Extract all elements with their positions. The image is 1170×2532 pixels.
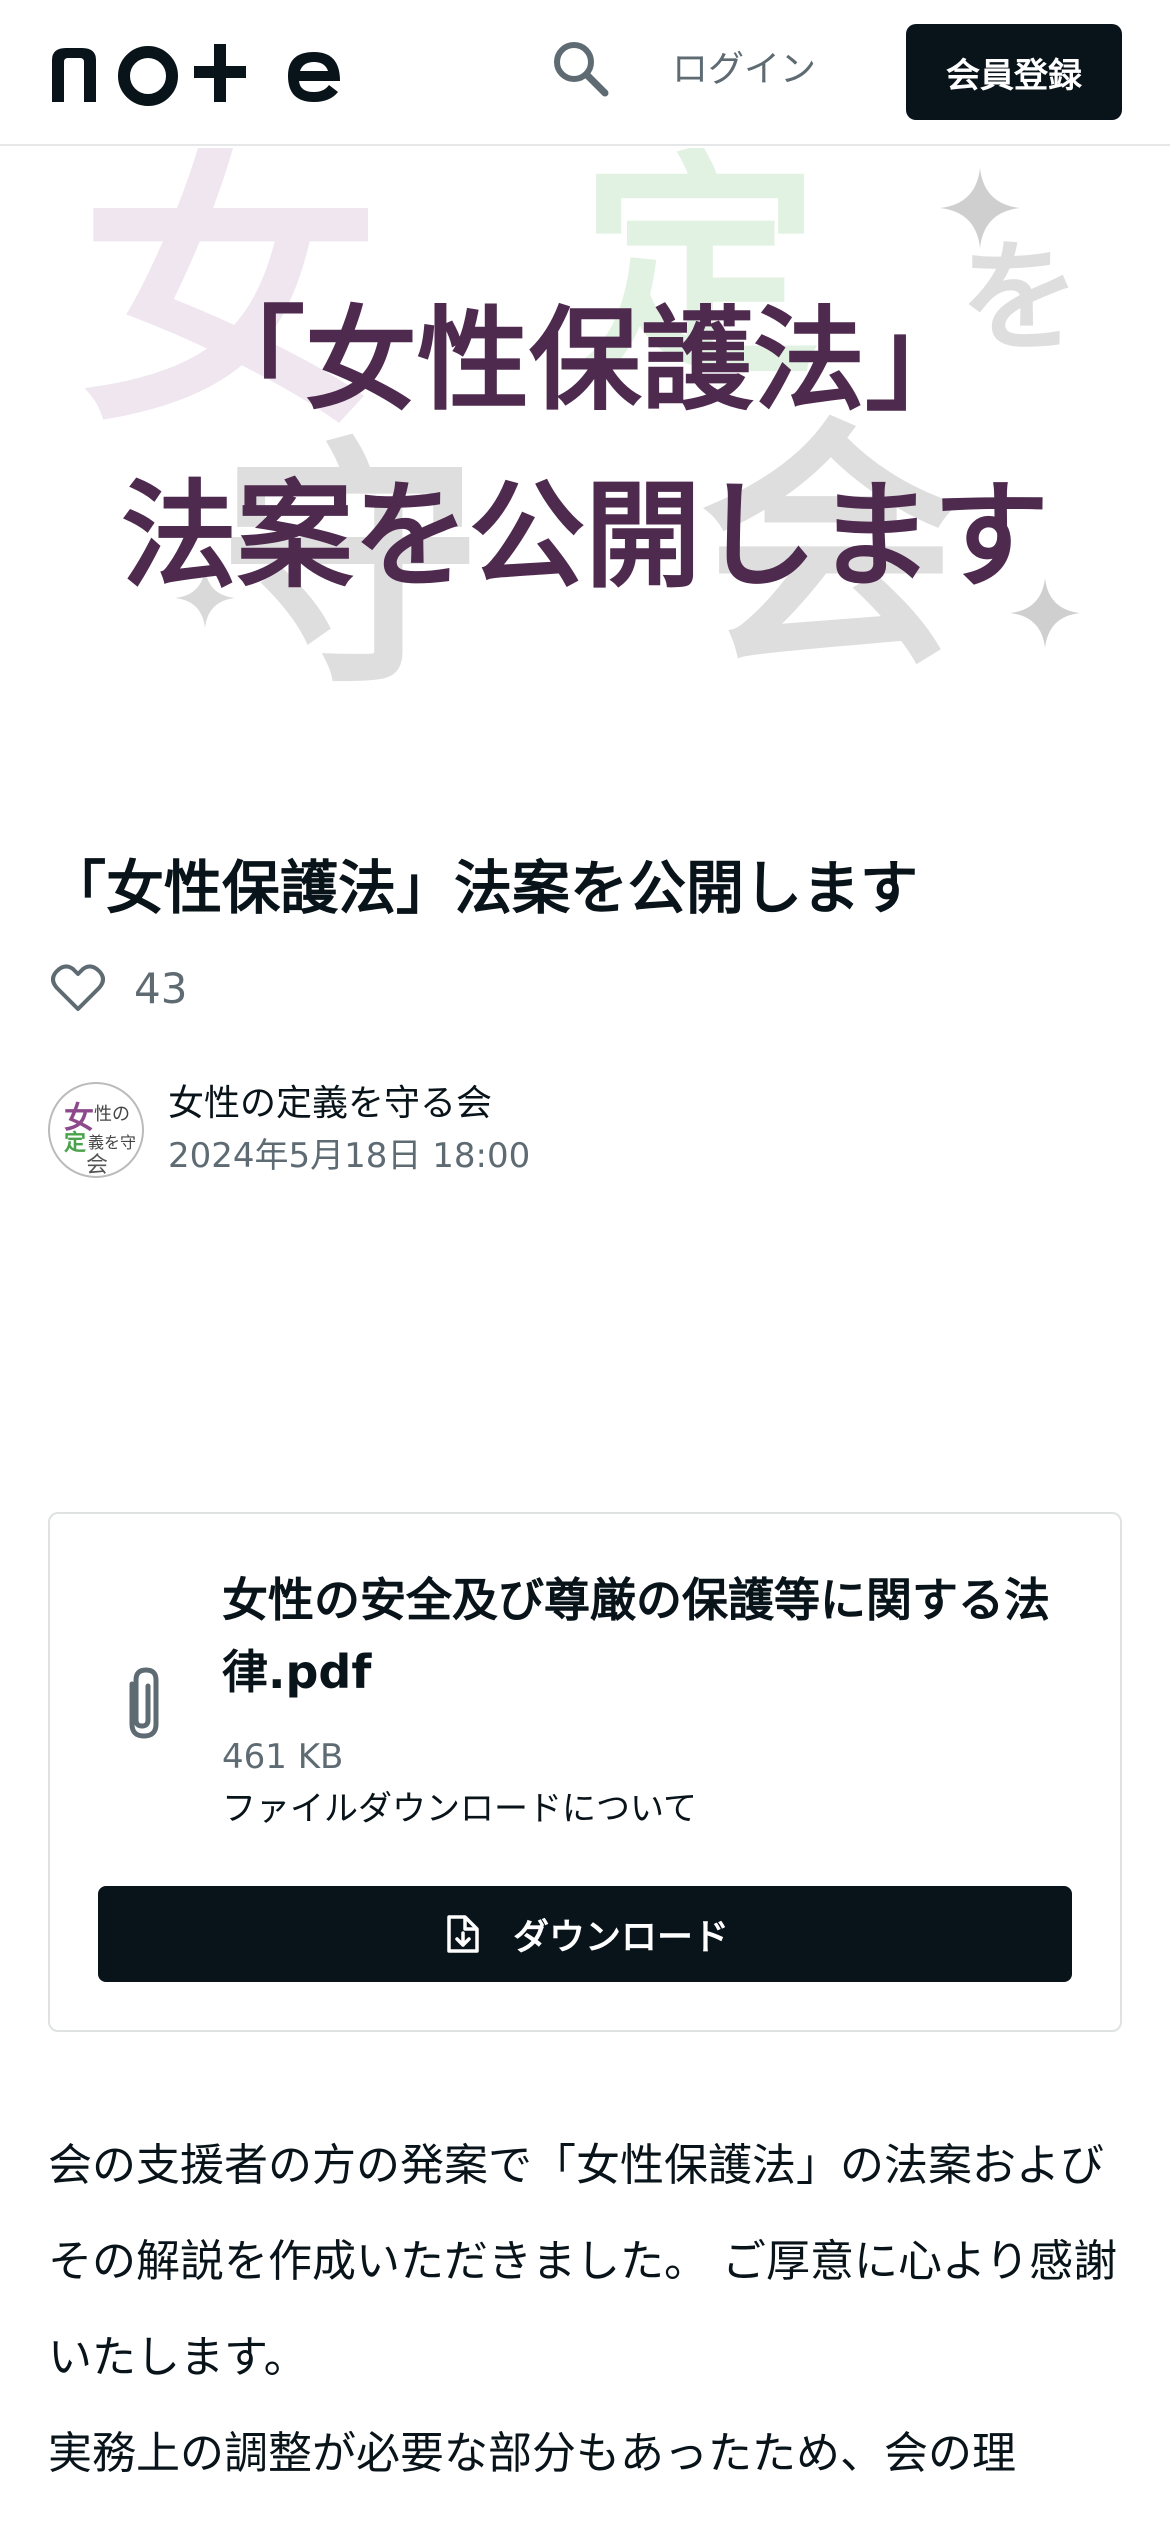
download-button[interactable]: ダウンロード (98, 1886, 1072, 1982)
svg-text:性の: 性の (94, 1104, 130, 1125)
heart-icon[interactable] (48, 958, 108, 1018)
login-link[interactable]: ログイン (672, 42, 816, 98)
search-button[interactable] (548, 38, 612, 102)
file-name: 女性の安全及び尊厳の保護等に関する法律.pdf (222, 1573, 1050, 1699)
hero-headline-line1: 「女性保護法」 (193, 296, 977, 426)
body-paragraph: 実務上の調整が必要な部分もあったため、会の理 (48, 2428, 1016, 2479)
like-row: 43 (48, 956, 187, 1020)
top-navigation-bar: ログイン 会員登録 (0, 0, 1170, 146)
like-count: 43 (134, 963, 188, 1013)
file-attachment-card: 女性の安全及び尊厳の保護等に関する法律.pdf 461 KB ファイルダウンロー… (48, 1512, 1122, 2032)
hero-image: 女 定 守 会 を 「女性保護法」 法案を公開します (0, 148, 1170, 760)
search-icon (551, 39, 609, 101)
sparkle-icon (940, 168, 1020, 248)
file-size: 461 KB (222, 1737, 344, 1777)
hero-headline-line2: 法案を公開します (121, 469, 1049, 604)
paperclip-icon (110, 1664, 174, 1744)
article-title: 「女性保護法」法案を公開します (48, 854, 919, 922)
svg-text:定: 定 (64, 1130, 86, 1156)
svg-text:会: 会 (86, 1153, 108, 1178)
body-paragraph: 会の支援者の方の発案で「女性保護法」の法案およびその解説を作成いただきました。 … (48, 2140, 1118, 2383)
avatar[interactable]: 女 性の 定 義を守 会 (48, 1082, 144, 1178)
svg-text:義を守: 義を守 (88, 1133, 136, 1152)
download-button-label: ダウンロード (512, 1917, 729, 1958)
author-info: 女 性の 定 義を守 会 女性の定義を守る会 2024年5月18日 18:00 (48, 1078, 530, 1182)
download-file-icon (441, 1911, 487, 1957)
note-logo[interactable] (48, 38, 344, 106)
article-body: 会の支援者の方の発案で「女性保護法」の法案およびその解説を作成いただきました。 … (48, 2118, 1128, 2502)
file-download-info-link[interactable]: ファイルダウンロードについて (222, 1784, 697, 1834)
post-date: 2024年5月18日 18:00 (168, 1136, 531, 1176)
signup-button[interactable]: 会員登録 (906, 24, 1122, 120)
author-name[interactable]: 女性の定義を守る会 (168, 1078, 530, 1130)
